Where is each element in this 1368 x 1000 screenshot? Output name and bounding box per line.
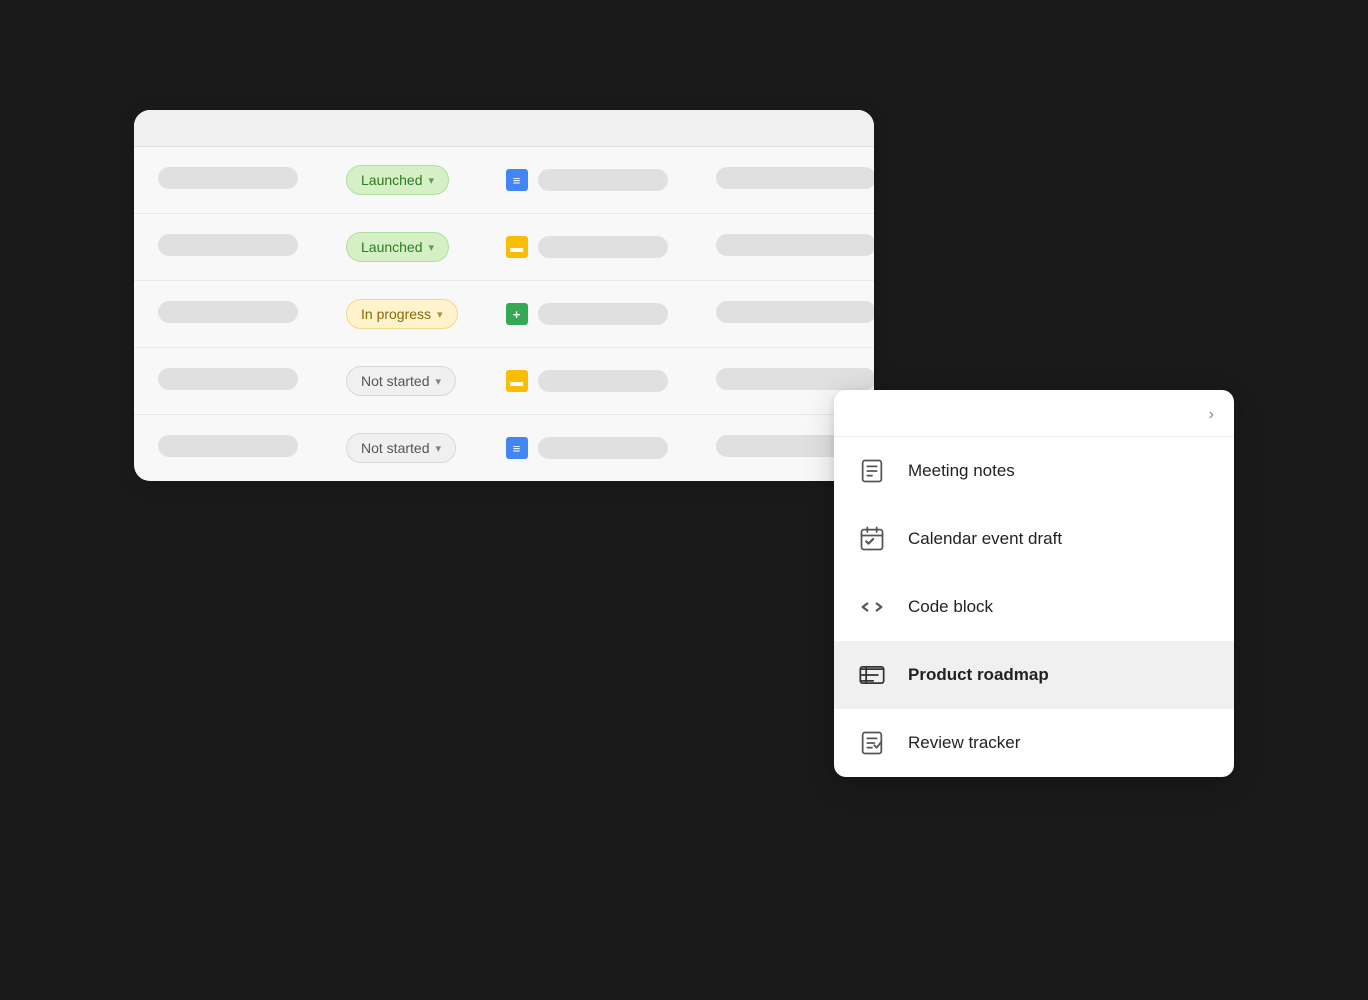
project-cell: [134, 415, 322, 482]
status-label: Not started: [361, 373, 429, 389]
project-placeholder: [158, 368, 298, 390]
file-placeholder: [538, 437, 668, 459]
status-cell: Not started ▾: [322, 348, 482, 415]
dropdown-item-meeting-notes[interactable]: Meeting notes: [834, 437, 1234, 505]
notes-cell: [692, 147, 874, 214]
file-placeholder: [538, 303, 668, 325]
calendar-event-draft-icon: [854, 521, 890, 557]
project-placeholder: [158, 234, 298, 256]
meeting-notes-label: Meeting notes: [908, 461, 1015, 481]
status-badge-in-progress[interactable]: In progress ▾: [346, 299, 458, 329]
related-files-cell: +: [482, 281, 692, 348]
data-table: Launched ▾ ≡ Launched ▾ ▬ In progress ▾ + Not sta…: [134, 110, 874, 481]
related-files-cell: ≡: [482, 147, 692, 214]
table-row: Launched ▾ ≡: [134, 147, 874, 214]
related-files-cell: ▬: [482, 348, 692, 415]
status-badge-launched[interactable]: Launched ▾: [346, 232, 449, 262]
status-cell: Launched ▾: [322, 214, 482, 281]
file-cell: ≡: [506, 437, 668, 459]
file-icon-blue: ≡: [506, 437, 528, 459]
project-cell: [134, 281, 322, 348]
file-icon-yellow: ▬: [506, 370, 528, 392]
chevron-right-icon[interactable]: ›: [1209, 406, 1214, 424]
status-label: In progress: [361, 306, 431, 322]
dropdown-items: Meeting notes Calendar event draft Code bl…: [834, 437, 1234, 777]
notes-placeholder: [716, 234, 874, 256]
dropdown-item-review-tracker[interactable]: Review tracker: [834, 709, 1234, 777]
file-cell: ▬: [506, 370, 668, 392]
calendar-event-draft-label: Calendar event draft: [908, 529, 1062, 549]
file-cell: +: [506, 303, 668, 325]
status-cell: In progress ▾: [322, 281, 482, 348]
status-chevron-icon: ▾: [435, 375, 441, 388]
file-icon-blue: ≡: [506, 169, 528, 191]
status-cell: Launched ▾: [322, 147, 482, 214]
status-chevron-icon: ▾: [429, 174, 435, 187]
related-files-cell: ▬: [482, 214, 692, 281]
table-row: Not started ▾ ▬: [134, 348, 874, 415]
code-block-icon: [854, 589, 890, 625]
notes-cell: [692, 214, 874, 281]
file-cell: ≡: [506, 169, 668, 191]
review-tracker-icon: [854, 725, 890, 761]
col-status: [322, 110, 482, 147]
status-chevron-icon: ▾: [437, 308, 443, 321]
col-notes: [692, 110, 874, 147]
status-label: Launched: [361, 239, 423, 255]
status-label: Launched: [361, 172, 423, 188]
dropdown-item-calendar-event-draft[interactable]: Calendar event draft: [834, 505, 1234, 573]
col-project: [134, 110, 322, 147]
project-cell: [134, 348, 322, 415]
notes-placeholder: [716, 167, 874, 189]
notes-cell: [692, 281, 874, 348]
status-cell: Not started ▾: [322, 415, 482, 482]
status-chevron-icon: ▾: [435, 442, 441, 455]
project-placeholder: [158, 167, 298, 189]
project-cell: [134, 147, 322, 214]
product-roadmap-label: Product roadmap: [908, 665, 1049, 685]
col-related-files: [482, 110, 692, 147]
status-badge-launched[interactable]: Launched ▾: [346, 165, 449, 195]
file-cell: ▬: [506, 236, 668, 258]
dropdown-item-code-block[interactable]: Code block: [834, 573, 1234, 641]
dropdown-item-product-roadmap[interactable]: Product roadmap: [834, 641, 1234, 709]
status-badge-not-started[interactable]: Not started ▾: [346, 433, 456, 463]
review-tracker-label: Review tracker: [908, 733, 1020, 753]
dropdown-header: ›: [834, 390, 1234, 437]
scene: Launched ▾ ≡ Launched ▾ ▬ In progress ▾ + Not sta…: [134, 110, 1234, 890]
notes-placeholder: [716, 301, 874, 323]
file-placeholder: [538, 169, 668, 191]
project-cell: [134, 214, 322, 281]
meeting-notes-icon: [854, 453, 890, 489]
table-row: In progress ▾ +: [134, 281, 874, 348]
project-placeholder: [158, 301, 298, 323]
table-card: Launched ▾ ≡ Launched ▾ ▬ In progress ▾ + Not sta…: [134, 110, 874, 481]
table-row: Not started ▾ ≡: [134, 415, 874, 482]
file-icon-yellow: ▬: [506, 236, 528, 258]
status-chevron-icon: ▾: [429, 241, 435, 254]
file-icon-green: +: [506, 303, 528, 325]
related-files-cell: ≡: [482, 415, 692, 482]
status-badge-not-started[interactable]: Not started ▾: [346, 366, 456, 396]
notes-placeholder: [716, 368, 874, 390]
table-row: Launched ▾ ▬: [134, 214, 874, 281]
status-label: Not started: [361, 440, 429, 456]
code-block-label: Code block: [908, 597, 993, 617]
file-placeholder: [538, 236, 668, 258]
dropdown-menu: › Meeting notes Calendar event draft Code …: [834, 390, 1234, 777]
project-placeholder: [158, 435, 298, 457]
file-placeholder: [538, 370, 668, 392]
product-roadmap-icon: [854, 657, 890, 693]
